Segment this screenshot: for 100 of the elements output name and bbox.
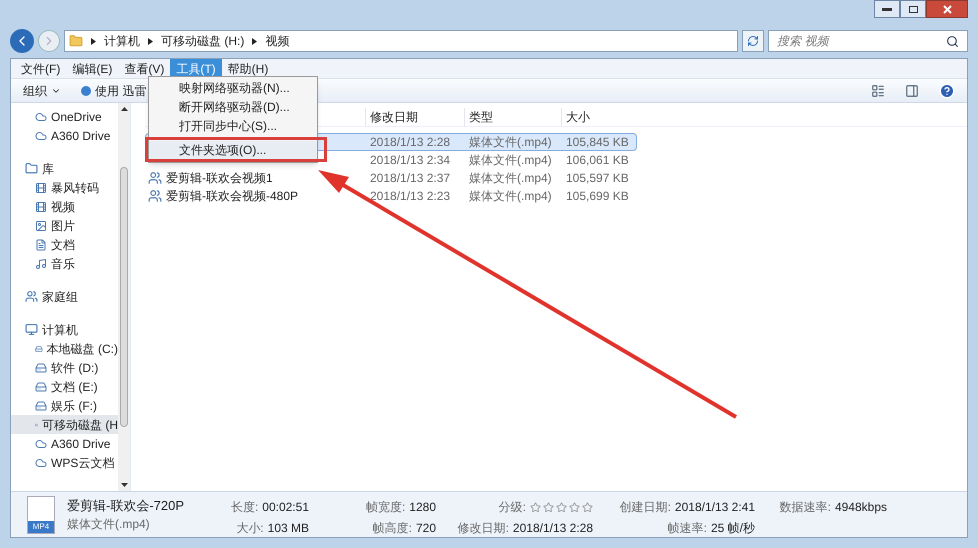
address-field[interactable]: 计算机 可移动磁盘 (H:) 视频 — [64, 30, 738, 52]
size-cell-text: 105,699 KB — [565, 188, 630, 205]
breadcrumb[interactable]: 计算机 — [104, 32, 140, 50]
chevron-icon — [252, 38, 258, 44]
menu-item[interactable]: 查看(V) — [118, 58, 170, 78]
nav-item[interactable]: 文档 (E:) — [11, 377, 118, 396]
field-label: 帧高度: — [372, 520, 412, 537]
type-cell-text: 媒体文件(.mp4) — [468, 134, 553, 151]
play-button[interactable]: 使用 迅雷 — [81, 82, 146, 100]
nav-item[interactable]: OneDrive — [11, 107, 118, 126]
nav-item[interactable]: 可移动磁盘 (H — [11, 415, 118, 434]
menu-option[interactable]: 断开网络驱动器(D)... — [149, 98, 317, 117]
star-icon — [569, 502, 580, 512]
field-value: 4948kbps — [834, 499, 887, 516]
file-name: 爱剪辑-联欢会视频1 — [166, 170, 273, 187]
nav-item[interactable]: 库 — [11, 159, 118, 178]
folder-icon — [69, 34, 83, 48]
file-name: 爱剪辑-联欢会-720P — [67, 496, 186, 515]
column-header[interactable]: 修改日期 — [365, 108, 464, 126]
cloud-icon — [35, 456, 47, 468]
preview-pane-icon — [905, 84, 919, 98]
back-button[interactable] — [10, 29, 34, 53]
refresh-button[interactable] — [742, 30, 764, 52]
file-type-badge: MP4 — [28, 520, 54, 532]
nav-item[interactable]: 图片 — [11, 216, 118, 235]
folder-icon — [25, 162, 38, 175]
image-icon — [35, 220, 47, 232]
cloud-icon — [35, 438, 47, 450]
nav-item[interactable]: 暴风转码 — [11, 178, 118, 197]
close-button[interactable] — [926, 0, 968, 18]
file-row[interactable]: 爱剪辑-联欢会视频-480P 2018/1/13 2:23 媒体文件(.mp4) 105,699 KB — [145, 187, 637, 205]
file-row[interactable]: 爱剪辑-联欢会视频1 2018/1/13 2:37 媒体文件(.mp4) 105,597 KB — [145, 169, 637, 187]
player-icon — [81, 86, 91, 96]
nav-item[interactable]: 计算机 — [11, 320, 118, 339]
type-cell-text: 媒体文件(.mp4) — [468, 170, 553, 187]
menu-item[interactable]: 帮助(H) — [222, 58, 274, 78]
nav-item[interactable]: 视频 — [11, 197, 118, 216]
nav-item[interactable]: 娱乐 (F:) — [11, 396, 118, 415]
scrollbar[interactable] — [118, 103, 130, 491]
type-cell-text: 媒体文件(.mp4) — [468, 152, 553, 169]
file-type: 媒体文件(.mp4) — [67, 516, 151, 534]
search-field[interactable]: 搜索 视频 — [768, 30, 968, 52]
organize-button[interactable]: 组织 — [23, 82, 61, 100]
people-icon — [25, 290, 38, 303]
field-value: 2018/1/13 2:28 — [512, 520, 593, 537]
field-label: 创建日期: — [620, 499, 671, 516]
film-icon — [35, 200, 47, 212]
maximize-button[interactable] — [900, 0, 926, 18]
type-cell-text: 媒体文件(.mp4) — [468, 188, 553, 205]
nav-item[interactable]: A360 Drive — [11, 434, 118, 453]
date-cell-text: 2018/1/13 2:23 — [369, 188, 452, 205]
search-input[interactable]: 搜索 视频 — [777, 32, 946, 50]
field-label: 修改日期: — [458, 520, 509, 537]
menu-option[interactable]: 映射网络驱动器(N)... — [149, 79, 317, 98]
film-icon — [35, 182, 47, 194]
breadcrumb[interactable]: 可移动磁盘 (H:) — [161, 32, 244, 50]
minimize-button[interactable] — [874, 0, 900, 18]
date-cell-text: 2018/1/13 2:34 — [369, 152, 452, 169]
star-icon — [556, 502, 567, 512]
size-cell-text: 105,597 KB — [565, 170, 630, 187]
date-cell-text: 2018/1/13 2:28 — [369, 134, 452, 151]
menu-option[interactable]: 打开同步中心(S)... — [149, 117, 317, 136]
star-icon — [530, 502, 541, 512]
menu-item[interactable]: 文件(F) — [15, 58, 66, 78]
field-label: 大小: — [236, 520, 264, 537]
star-icon — [582, 502, 593, 512]
field-label: 分级: — [498, 499, 526, 516]
field-label: 数据速率: — [780, 499, 831, 516]
breadcrumb[interactable]: 视频 — [265, 32, 290, 50]
nav-item[interactable]: WPS云文档 — [11, 453, 118, 472]
nav-item[interactable]: 音乐 — [11, 254, 118, 273]
field-value: 2018/1/13 2:41 — [674, 499, 755, 516]
scroll-down-icon[interactable] — [120, 483, 128, 487]
field-value: 720 — [416, 520, 436, 537]
field-value: 1280 — [409, 499, 436, 516]
field-label: 帧宽度: — [366, 499, 406, 516]
column-header[interactable]: 大小 — [561, 108, 631, 126]
field-label: 帧速率: — [668, 520, 707, 537]
menu-option[interactable]: 文件夹选项(O)... — [149, 141, 317, 160]
cloud-icon — [35, 110, 47, 122]
chevron-icon — [148, 38, 153, 44]
monitor-icon — [25, 323, 38, 336]
nav-item[interactable]: 文档 — [11, 235, 118, 254]
document-icon — [35, 238, 47, 250]
refresh-icon — [747, 35, 759, 47]
file-name: 爱剪辑-联欢会视频-480P — [166, 188, 298, 205]
nav-item[interactable]: 本地磁盘 (C:) — [11, 339, 118, 358]
rating-stars[interactable] — [530, 502, 593, 512]
nav-item[interactable]: A360 Drive — [11, 126, 118, 145]
chevron-icon — [91, 38, 96, 44]
nav-item[interactable]: 软件 (D:) — [11, 358, 118, 377]
menu-item[interactable]: 编辑(E) — [66, 58, 118, 78]
nav-item[interactable]: 家庭组 — [11, 287, 118, 306]
field-value: 00:02:51 — [262, 499, 309, 516]
field-value: 103 MB — [268, 520, 309, 537]
column-header[interactable]: 类型 — [464, 108, 561, 126]
scroll-up-icon[interactable] — [120, 107, 128, 111]
cloud-icon — [35, 130, 47, 142]
size-cell-text: 106,061 KB — [565, 152, 630, 169]
field-value: 25 帧/秒 — [710, 520, 755, 537]
